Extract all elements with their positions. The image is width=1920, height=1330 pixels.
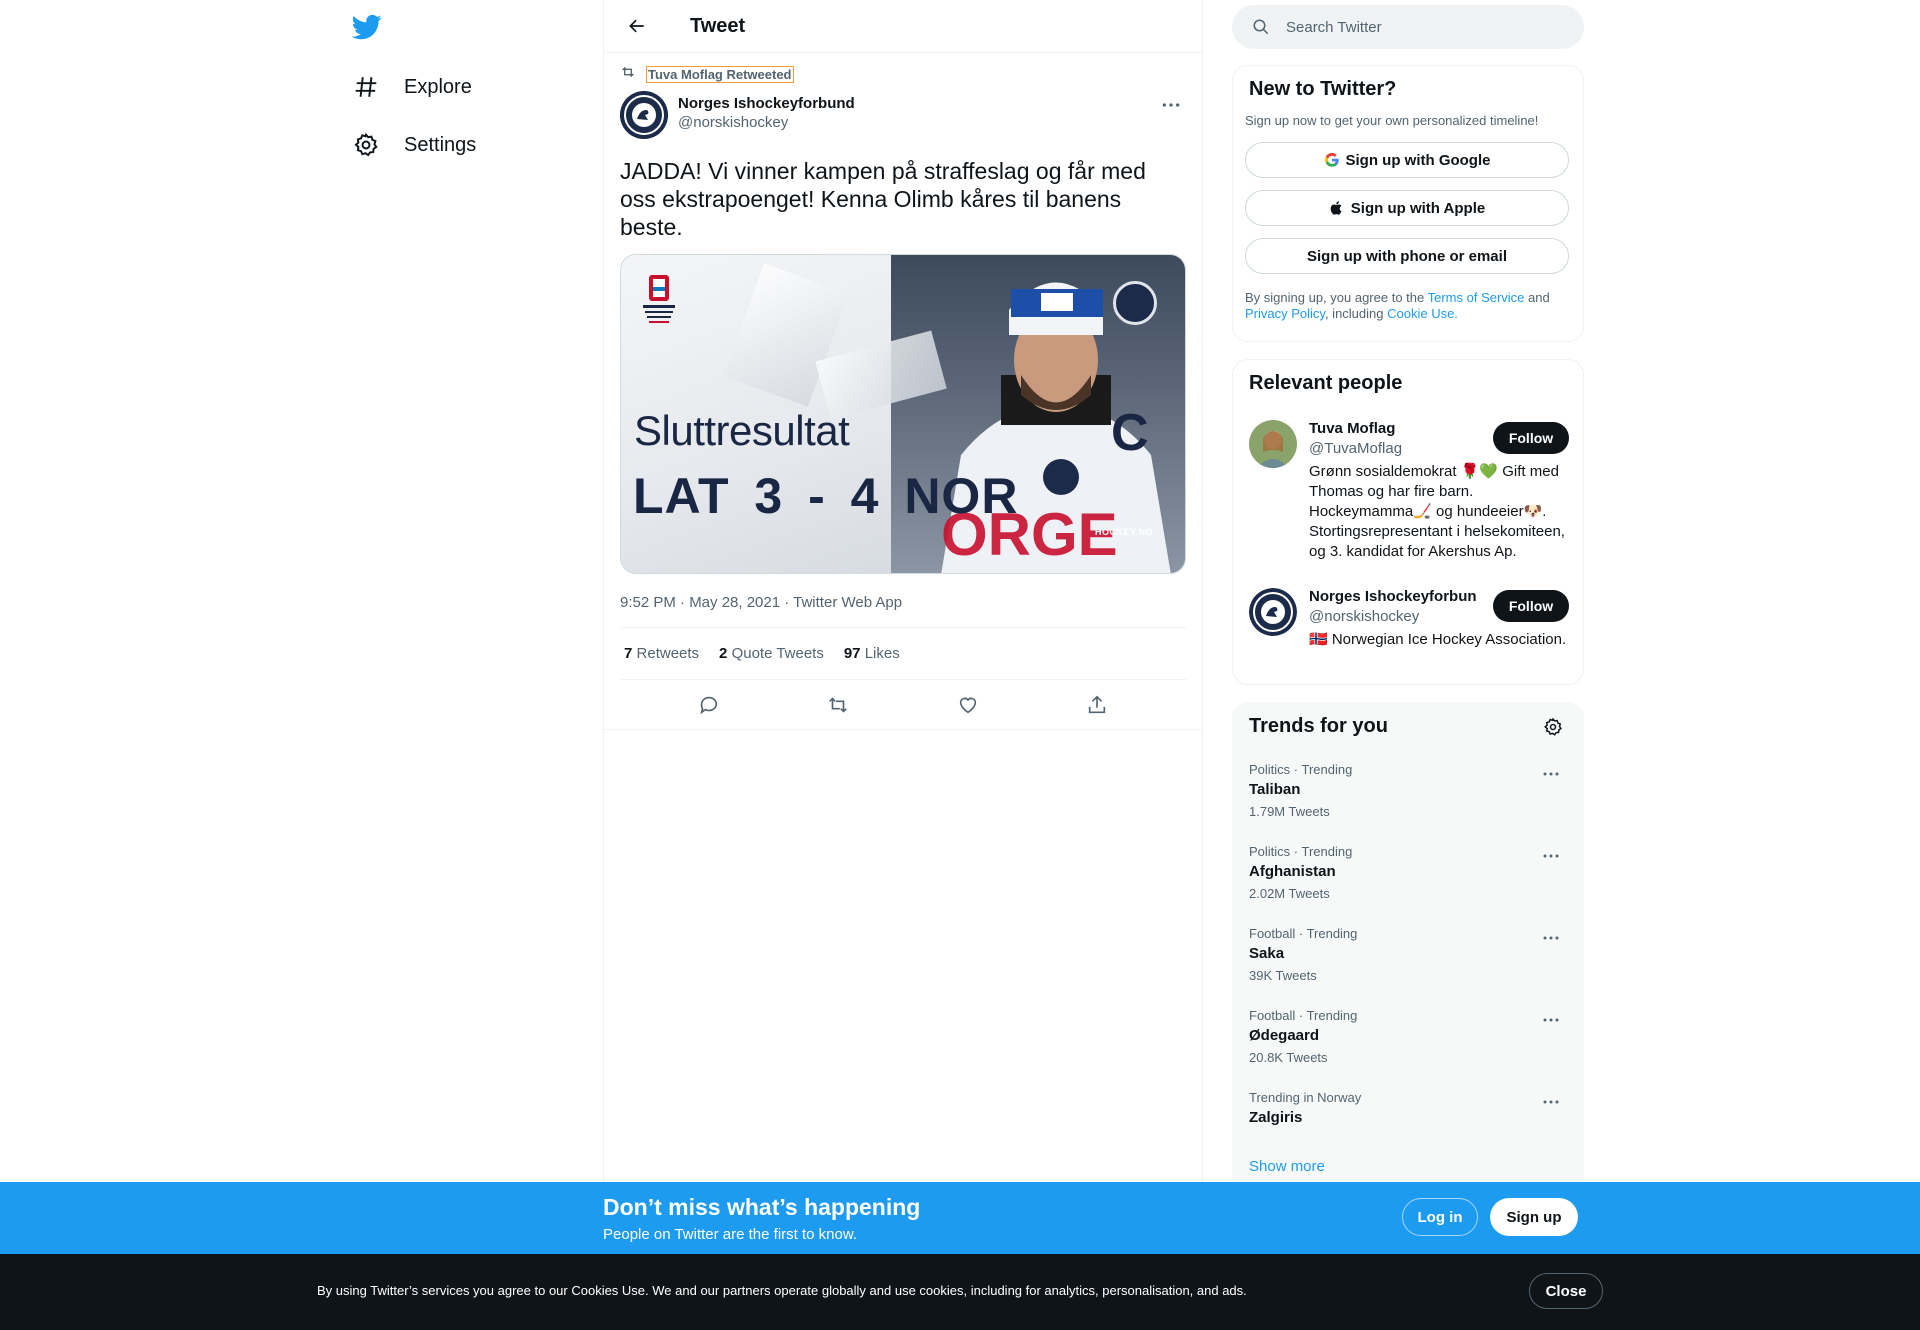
championship-logo-icon <box>639 271 679 333</box>
follow-button[interactable]: Follow <box>1493 422 1569 454</box>
author-handle[interactable]: @norskishockey <box>678 114 855 131</box>
cookie-banner: By using Twitter’s services you agree to… <box>0 1254 1920 1330</box>
new-to-twitter-title: New to Twitter? <box>1249 78 1397 100</box>
gear-icon <box>1544 717 1562 736</box>
person-bio: 🇳🇴 Norwegian Ice Hockey Association. <box>1309 631 1567 648</box>
privacy-policy-link[interactable]: Privacy Policy <box>1245 306 1325 321</box>
relevant-people-card: Relevant people Tuva Moflag @TuvaMoflag … <box>1232 359 1584 685</box>
retweet-icon <box>620 64 636 85</box>
avatar[interactable] <box>1249 420 1297 468</box>
page-header: Tweet <box>604 0 1202 53</box>
signup-google-button[interactable]: Sign up with Google <box>1245 142 1569 178</box>
person-name[interactable]: Tuva Moflag <box>1309 420 1477 437</box>
signup-phone-email-button[interactable]: Sign up with phone or email <box>1245 238 1569 274</box>
search-input[interactable] <box>1286 18 1546 36</box>
federation-logo-icon <box>1113 281 1157 325</box>
person-name[interactable]: Norges Ishockeyforbund <box>1309 588 1477 605</box>
image-watermark: HOCKEY.NO <box>1094 527 1153 537</box>
nav-explore[interactable]: Explore <box>352 62 472 112</box>
tweet-timestamp[interactable]: 9:52 PM · May 28, 2021 · Twitter Web App <box>620 594 1186 628</box>
signup-banner: Don’t miss what’s happening People on Tw… <box>0 1182 1920 1254</box>
signup-button[interactable]: Sign up <box>1490 1198 1578 1236</box>
stat-quote-tweets[interactable]: 2 Quote Tweets <box>719 645 824 662</box>
trends-settings-button[interactable] <box>1543 717 1565 739</box>
trend-item[interactable]: Trending in Norway Zalgiris <box>1249 1090 1569 1126</box>
image-heading: Sluttresultat <box>634 407 850 454</box>
arrow-left-icon <box>629 19 644 33</box>
gear-icon <box>352 131 380 159</box>
back-button[interactable] <box>620 9 654 43</box>
google-icon <box>1324 152 1339 167</box>
hashtag-icon <box>352 73 380 101</box>
trend-more-button[interactable] <box>1541 1010 1561 1030</box>
tweet-stats: 7 Retweets 2 Quote Tweets 97 Likes <box>620 628 1186 680</box>
tweet-text: JADDA! Vi vinner kampen på straffeslag o… <box>620 158 1146 240</box>
more-dots-icon <box>1162 103 1180 107</box>
more-dots-icon <box>1543 1100 1559 1104</box>
reply-button[interactable] <box>692 688 726 722</box>
trend-more-button[interactable] <box>1541 1092 1561 1112</box>
trends-card: Trends for you Politics · Trending Talib… <box>1232 702 1584 1192</box>
more-dots-icon <box>1543 772 1559 776</box>
person-bio: Grønn sosialdemokrat 🌹💚 Gift med Thomas … <box>1309 463 1565 560</box>
svg-text:C: C <box>1111 404 1149 462</box>
trend-item[interactable]: Football · Trending Saka 39K Tweets <box>1249 926 1569 983</box>
nav-settings-label: Settings <box>404 133 477 156</box>
share-icon <box>1089 695 1106 713</box>
apple-icon <box>1330 201 1342 215</box>
login-button[interactable]: Log in <box>1402 1198 1478 1236</box>
share-button[interactable] <box>1080 688 1114 722</box>
tweet: Tuva Moflag Retweeted Norges Ishockeyfor… <box>604 61 1202 730</box>
trend-more-button[interactable] <box>1541 846 1561 866</box>
cookie-text: By using Twitter’s services you agree to… <box>317 1283 1247 1298</box>
show-more-link[interactable]: Show more <box>1249 1158 1325 1175</box>
search-box[interactable] <box>1232 5 1584 49</box>
more-dots-icon <box>1543 936 1559 940</box>
banner-subtitle: People on Twitter are the first to know. <box>603 1226 858 1243</box>
signup-apple-button[interactable]: Sign up with Apple <box>1245 190 1569 226</box>
new-to-twitter-subtitle: Sign up now to get your own personalized… <box>1245 113 1539 128</box>
terms-of-service-link[interactable]: Terms of Service <box>1428 290 1525 305</box>
trend-more-button[interactable] <box>1541 928 1561 948</box>
signup-terms: By signing up, you agree to the Terms of… <box>1245 290 1550 321</box>
more-dots-icon <box>1543 854 1559 858</box>
tweet-image[interactable]: C ORGE Sluttresultat LAT 3 - 4 NOR HOCKE… <box>620 254 1186 574</box>
nav-settings[interactable]: Settings <box>352 120 476 170</box>
main-column: Tweet Tuva Moflag Retweeted Norges Ishoc… <box>603 0 1203 1330</box>
heart-icon <box>959 697 976 713</box>
follow-button[interactable]: Follow <box>1493 590 1569 622</box>
trend-item[interactable]: Politics · Trending Taliban 1.79M Tweets <box>1249 762 1569 819</box>
tweet-actions <box>604 680 1202 730</box>
retweet-context: Tuva Moflag Retweeted <box>620 61 1186 87</box>
twitter-logo-icon[interactable] <box>351 12 382 42</box>
cookie-close-button[interactable]: Close <box>1529 1273 1603 1309</box>
cookie-use-link[interactable]: Cookie Use. <box>1387 306 1458 321</box>
person-handle[interactable]: @norskishockey <box>1309 608 1419 625</box>
retweeted-by-link[interactable]: Tuva Moflag Retweeted <box>646 65 794 83</box>
reply-icon <box>700 696 717 714</box>
tweet-author: Norges Ishockeyforbund @norskishockey <box>620 91 1186 141</box>
nav-explore-label: Explore <box>404 75 472 98</box>
trend-item[interactable]: Politics · Trending Afghanistan 2.02M Tw… <box>1249 844 1569 901</box>
stat-likes[interactable]: 97 Likes <box>844 645 900 662</box>
retweet-button[interactable] <box>821 688 855 722</box>
banner-title: Don’t miss what’s happening <box>603 1194 921 1220</box>
author-name[interactable]: Norges Ishockeyforbund <box>678 95 855 112</box>
image-score: LAT 3 - 4 NOR <box>633 468 1019 524</box>
like-button[interactable] <box>951 688 985 722</box>
avatar[interactable] <box>1249 588 1297 636</box>
more-dots-icon <box>1543 1018 1559 1022</box>
relevant-people-title: Relevant people <box>1249 372 1403 394</box>
page-title: Tweet <box>690 14 746 37</box>
trends-title: Trends for you <box>1249 715 1388 737</box>
stat-retweets[interactable]: 7 Retweets <box>624 645 699 662</box>
new-to-twitter-card: New to Twitter? Sign up now to get your … <box>1232 65 1584 342</box>
retweet-icon <box>829 696 848 713</box>
search-icon <box>1253 19 1269 35</box>
trend-item[interactable]: Football · Trending Ødegaard 20.8K Tweet… <box>1249 1008 1569 1065</box>
person-handle[interactable]: @TuvaMoflag <box>1309 440 1402 457</box>
avatar[interactable] <box>620 91 668 139</box>
more-options-button[interactable] <box>1156 95 1186 115</box>
trend-more-button[interactable] <box>1541 764 1561 784</box>
